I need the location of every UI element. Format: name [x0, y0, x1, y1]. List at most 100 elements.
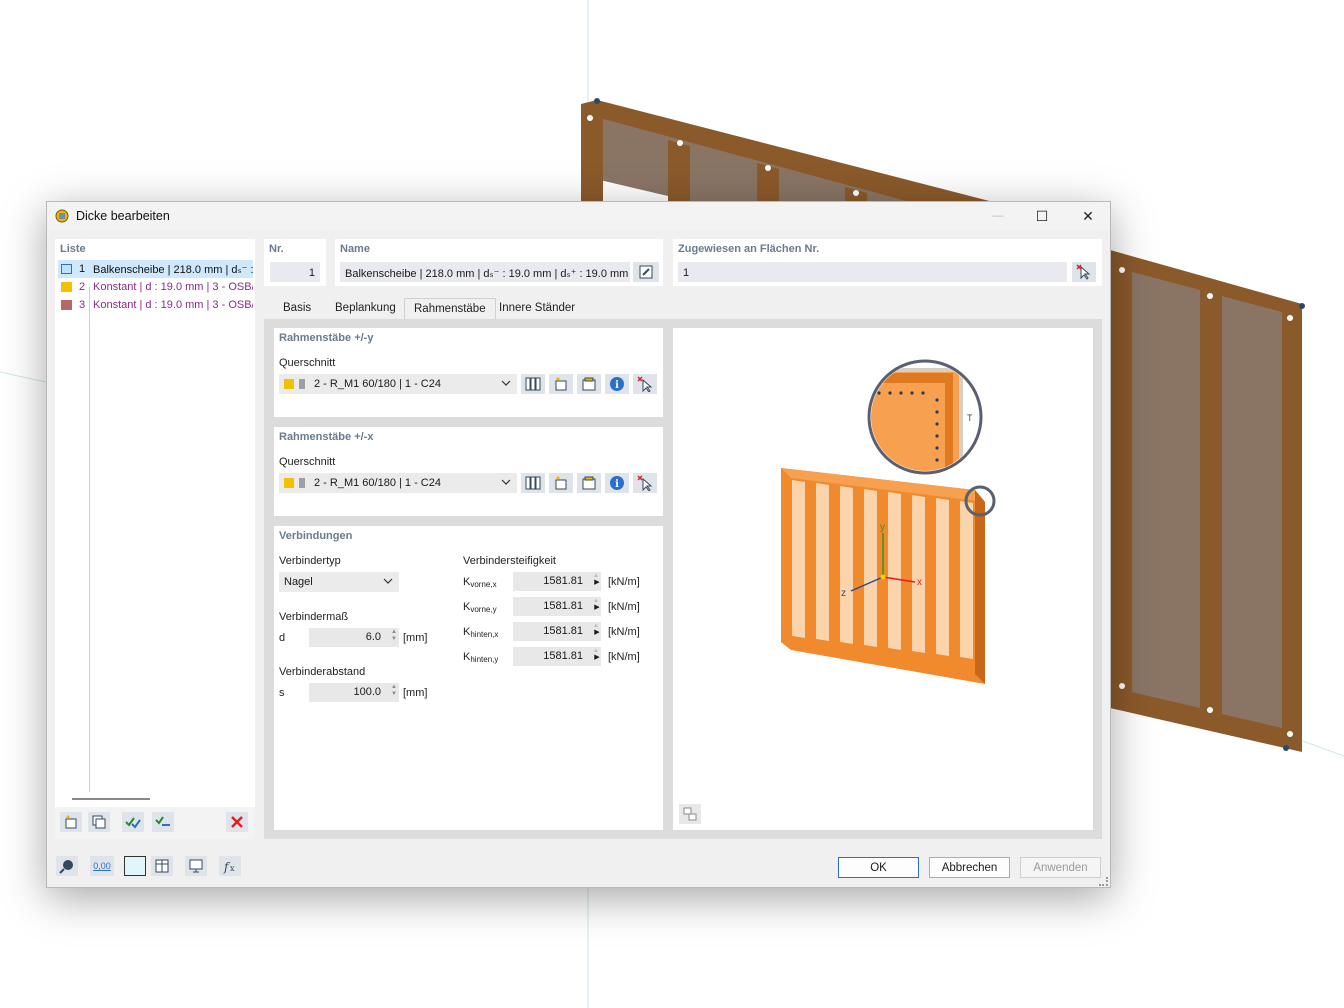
tab-basis[interactable]: Basis: [274, 298, 320, 320]
apply-button-label: Anwenden: [1033, 861, 1088, 874]
stiffness-expand-arrow[interactable]: ▶: [592, 647, 602, 666]
decimals-icon: 0,00: [93, 861, 111, 871]
tab-rahmenstäbe[interactable]: Rahmenstäbe: [404, 298, 496, 320]
close-button[interactable]: ✕: [1065, 202, 1111, 230]
tab-innere-ständer[interactable]: Innere Ständer: [490, 298, 584, 320]
s-value: 100.0: [353, 686, 381, 698]
list-item-color-swatch: [61, 264, 72, 274]
minimize-icon: —: [992, 210, 1004, 222]
ok-button[interactable]: OK: [838, 857, 919, 878]
list-item[interactable]: 2 Konstant | d : 19.0 mm | 3 - OSB/3: [58, 278, 253, 296]
info-icon: i: [610, 476, 624, 490]
stiffness-input[interactable]: 1581.81 ▲ ▼: [513, 597, 601, 616]
list-label: Liste: [60, 243, 86, 255]
svg-text:x: x: [230, 864, 235, 873]
stiffness-unit: [kN/m]: [608, 651, 640, 663]
edit-section-icon: [582, 377, 596, 391]
frame-x-edit-section-button[interactable]: [577, 473, 601, 493]
pick-cursor-icon: [1076, 264, 1091, 280]
check-all-button[interactable]: [122, 812, 144, 832]
list-item[interactable]: 1 Balkenscheibe | 218.0 mm | dₛ⁻ : 19.0 m…: [58, 260, 253, 278]
resize-grip[interactable]: [1099, 877, 1108, 886]
frame-y-cross-section-label: Querschnitt: [279, 357, 336, 369]
frame-y-new-section-button[interactable]: [549, 374, 573, 394]
stiffness-unit: [kN/m]: [608, 626, 640, 638]
preview-view-button[interactable]: [679, 804, 701, 824]
apply-button[interactable]: Anwenden: [1020, 857, 1101, 878]
list-item[interactable]: 3 Konstant | d : 19.0 mm | 3 - OSB/3: [58, 296, 253, 314]
table-view-button[interactable]: [151, 856, 173, 876]
maximize-icon: ☐: [1035, 207, 1049, 224]
stiffness-expand-arrow[interactable]: ▶: [592, 622, 602, 641]
maximize-button[interactable]: ☐: [1019, 202, 1065, 230]
stiffness-unit: [kN/m]: [608, 601, 640, 613]
frame-y-edit-section-button[interactable]: [577, 374, 601, 394]
tab-beplankung[interactable]: Beplankung: [326, 298, 405, 320]
formula-button[interactable]: fx: [219, 856, 241, 876]
minimize-button[interactable]: —: [975, 202, 1021, 230]
stiffness-unit: [kN/m]: [608, 576, 640, 588]
close-icon: ✕: [1082, 207, 1094, 224]
frame-x-cross-section-value: 2 - R_M1 60/180 | 1 - C24: [314, 477, 441, 489]
frame-x-new-section-button[interactable]: [549, 473, 573, 493]
delete-icon: [231, 816, 243, 828]
new-section-icon: [555, 476, 567, 490]
preview-panel: y x z T: [673, 328, 1093, 830]
list-item-color-swatch: [61, 300, 72, 310]
material-color-swatch: [284, 478, 294, 488]
stiffness-symbol-sub: vorne,y: [470, 605, 497, 614]
units-decimals-button[interactable]: 0,00: [90, 856, 114, 876]
library-icon: [525, 377, 541, 391]
frame-x-library-button[interactable]: [521, 473, 545, 493]
assigned-label: Zugewiesen an Flächen Nr.: [678, 243, 820, 255]
cancel-button[interactable]: Abbrechen: [929, 857, 1010, 878]
new-item-button[interactable]: [60, 812, 82, 832]
frame-y-pick-button[interactable]: [633, 374, 657, 394]
pick-surfaces-button[interactable]: [1072, 262, 1096, 282]
nr-label: Nr.: [269, 243, 284, 255]
stiffness-input[interactable]: 1581.81 ▲ ▼: [513, 647, 601, 666]
fastener-type-select[interactable]: Nagel: [279, 572, 399, 592]
name-field[interactable]: Balkenscheibe | 218.0 mm | dₛ⁻ : 19.0 mm…: [340, 262, 630, 282]
delete-item-button[interactable]: [226, 812, 248, 832]
stiffness-input[interactable]: 1581.81 ▲ ▼: [513, 622, 601, 641]
color-swatch-button[interactable]: [124, 856, 146, 876]
frame-x-pick-button[interactable]: [633, 473, 657, 493]
title-bar: Dicke bearbeiten — ☐ ✕: [47, 202, 1110, 230]
stiffness-label: Verbindersteifigkeit: [463, 555, 556, 567]
monitor-icon: [189, 859, 203, 873]
stiffness-value: 1581.81: [543, 575, 583, 587]
nr-panel: Nr. 1: [264, 239, 326, 286]
connections-section: Verbindungen Verbindertyp Nagel Verbinde…: [274, 526, 663, 830]
frame-y-cross-section-select[interactable]: 2 - R_M1 60/180 | 1 - C24: [279, 374, 517, 394]
section-shape-icon: [299, 379, 305, 389]
frame-y-info-button[interactable]: i: [605, 374, 629, 394]
assigned-surfaces-field[interactable]: 1: [678, 262, 1067, 282]
stiffness-input[interactable]: 1581.81 ▲ ▼: [513, 572, 601, 591]
d-unit: [mm]: [403, 632, 428, 644]
edit-name-button[interactable]: [633, 262, 659, 282]
svg-text:i: i: [615, 380, 619, 391]
frame-x-cross-section-select[interactable]: 2 - R_M1 60/180 | 1 - C24: [279, 473, 517, 493]
stiffness-expand-arrow[interactable]: ▶: [592, 572, 602, 591]
wall-preview-graphic: y x z T: [781, 359, 996, 684]
d-input[interactable]: 6.0 ▲ ▼: [309, 628, 399, 647]
frame-y-library-button[interactable]: [521, 374, 545, 394]
frame-x-info-button[interactable]: i: [605, 473, 629, 493]
s-input[interactable]: 100.0 ▲ ▼: [309, 683, 399, 702]
list-horizontal-scrollbar[interactable]: [72, 798, 150, 800]
spin-arrows-icon[interactable]: ▲ ▼: [391, 684, 397, 698]
detail-thickness-label: T: [967, 413, 973, 423]
display-settings-button[interactable]: [185, 856, 207, 876]
list-item-number: 1: [79, 263, 86, 275]
stiffness-expand-arrow[interactable]: ▶: [592, 597, 602, 616]
axis-y-label: y: [880, 522, 885, 533]
nr-field[interactable]: 1: [270, 262, 320, 282]
fastener-type-value: Nagel: [284, 576, 313, 588]
uncheck-button[interactable]: [152, 812, 174, 832]
stiffness-symbol: Kvorne,x: [463, 576, 497, 589]
help-search-button[interactable]: [56, 856, 78, 876]
spin-arrows-icon[interactable]: ▲ ▼: [391, 629, 397, 643]
copy-item-button[interactable]: [88, 812, 110, 832]
frame-x-title: Rahmenstäbe +/-x: [279, 431, 374, 443]
